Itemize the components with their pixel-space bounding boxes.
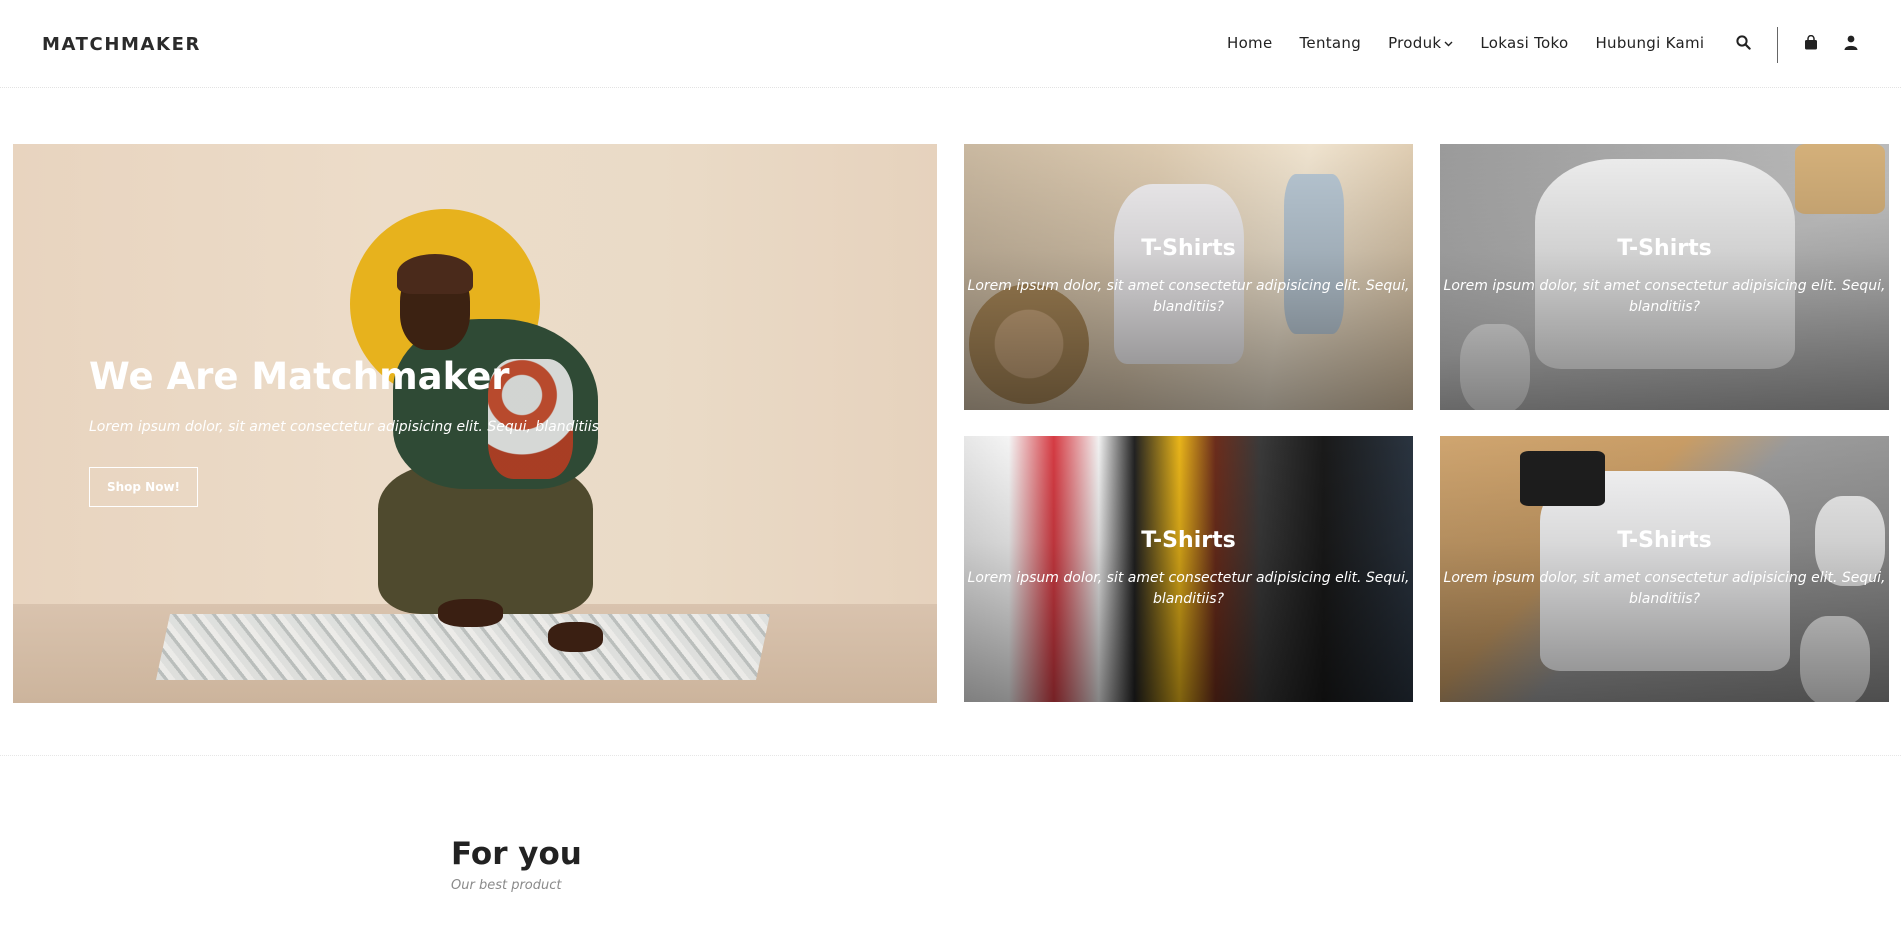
search-icon[interactable] <box>1733 32 1753 52</box>
nav-produk-label: Produk <box>1388 34 1442 52</box>
hero-model-shoe <box>548 622 603 652</box>
site-header: MATCHMAKER Home Tentang Produk Lokasi To… <box>0 0 1901 88</box>
shop-now-button[interactable]: Shop Now! <box>89 467 198 507</box>
user-icon[interactable] <box>1841 32 1861 52</box>
card-description: Lorem ipsum dolor, sit amet consectetur … <box>967 570 1410 607</box>
hero-title: We Are Matchmaker <box>89 355 510 398</box>
category-card[interactable]: T-Shirts Lorem ipsum dolor, sit amet con… <box>964 144 1413 410</box>
card-title: T-Shirts <box>1617 528 1712 553</box>
nav-lokasi-toko[interactable]: Lokasi Toko <box>1480 34 1568 52</box>
main-nav: Home Tentang Produk Lokasi Toko Hubungi … <box>1227 34 1704 52</box>
hero-subtitle: Lorem ipsum dolor, sit amet consectetur … <box>89 419 599 435</box>
card-description: Lorem ipsum dolor, sit amet consectetur … <box>1443 570 1886 607</box>
shopping-bag-icon[interactable] <box>1801 32 1821 52</box>
hero-model-beanie <box>397 254 473 294</box>
nav-tentang[interactable]: Tentang <box>1300 34 1362 52</box>
chevron-down-icon <box>1444 41 1453 47</box>
card-title: T-Shirts <box>1141 236 1236 261</box>
nav-produk-dropdown[interactable]: Produk <box>1388 34 1453 52</box>
hero-model-shoe <box>438 599 503 627</box>
card-title: T-Shirts <box>1617 236 1712 261</box>
nav-hubungi-kami[interactable]: Hubungi Kami <box>1595 34 1704 52</box>
section-subtitle: Our best product <box>451 878 562 893</box>
nav-home[interactable]: Home <box>1227 34 1273 52</box>
section-divider <box>0 755 1901 756</box>
category-card[interactable]: T-Shirts Lorem ipsum dolor, sit amet con… <box>1440 144 1889 410</box>
category-card[interactable]: T-Shirts Lorem ipsum dolor, sit amet con… <box>1440 436 1889 702</box>
section-title: For you <box>451 836 582 872</box>
card-title: T-Shirts <box>1141 528 1236 553</box>
card-description: Lorem ipsum dolor, sit amet consectetur … <box>967 278 1410 315</box>
card-description: Lorem ipsum dolor, sit amet consectetur … <box>1443 278 1886 315</box>
category-card[interactable]: T-Shirts Lorem ipsum dolor, sit amet con… <box>964 436 1413 702</box>
nav-divider <box>1777 27 1778 63</box>
brand-logo[interactable]: MATCHMAKER <box>42 34 201 55</box>
